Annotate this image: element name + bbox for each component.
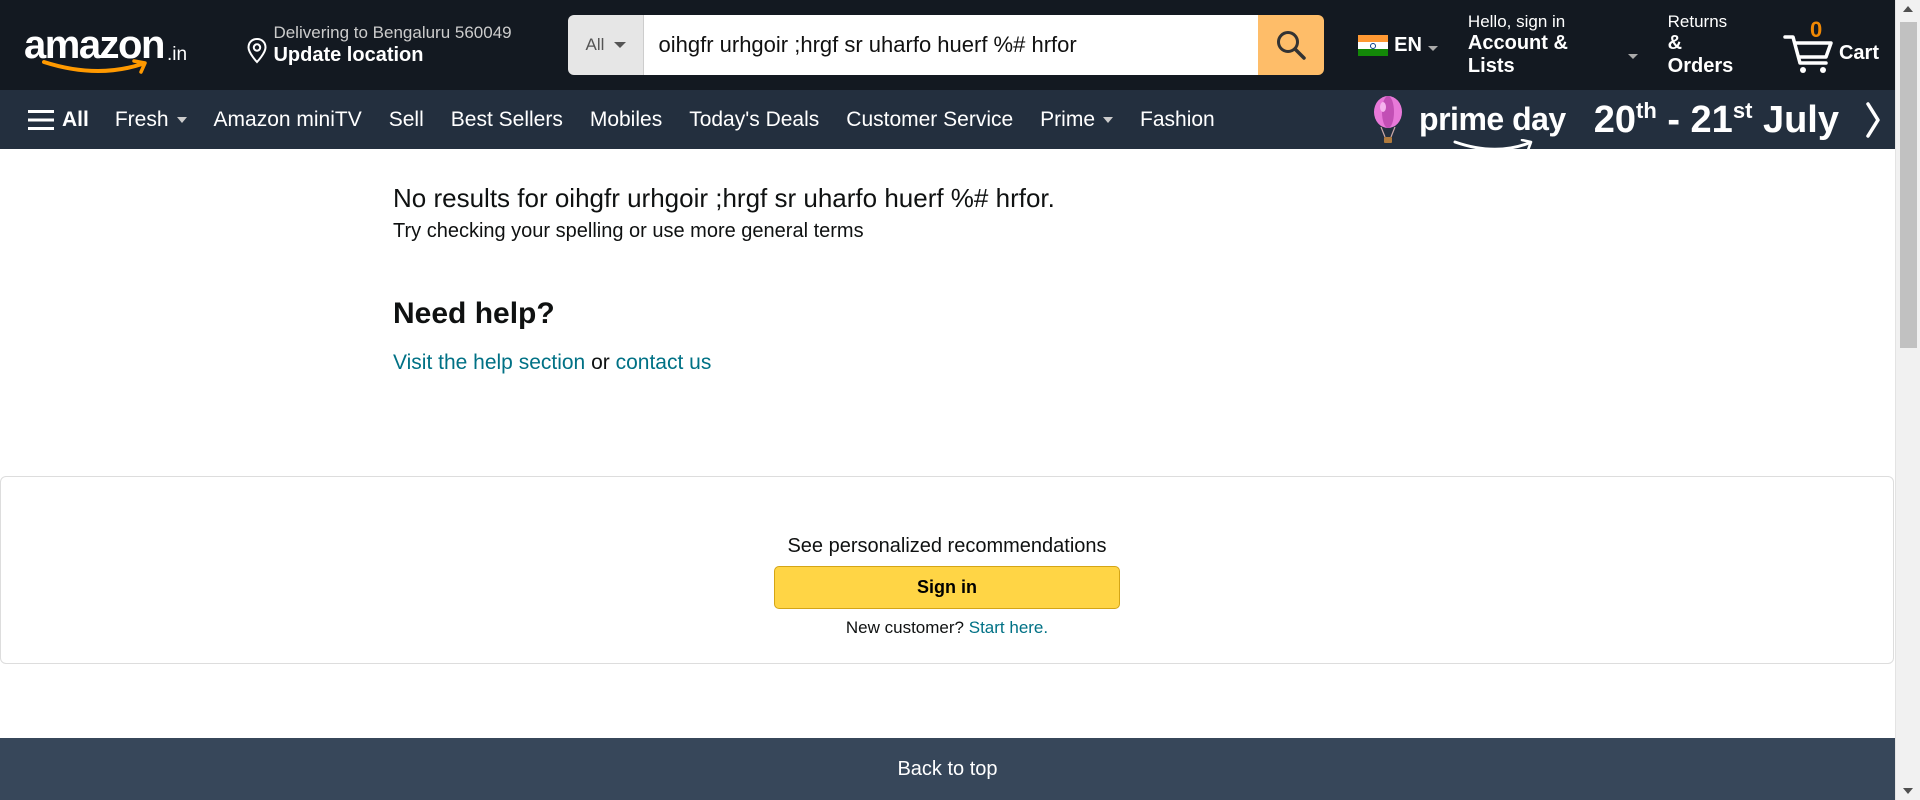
- nav-item-best-sellers[interactable]: Best Sellers: [451, 108, 563, 132]
- nav-item-minitv[interactable]: Amazon miniTV: [214, 108, 362, 132]
- nav-item-label: Customer Service: [846, 107, 1014, 131]
- orders-label: & Orders: [1667, 32, 1734, 77]
- returns-label: Returns: [1667, 12, 1728, 31]
- update-location-label: Update location: [273, 44, 424, 66]
- help-line: Visit the help section or contact us: [393, 351, 1895, 375]
- cart-icon: [1783, 35, 1833, 73]
- date-to-suffix: st: [1732, 97, 1753, 123]
- date-from-suffix: th: [1636, 97, 1657, 123]
- nav-item-label: Best Sellers: [450, 107, 563, 131]
- help-or-text: or: [591, 351, 610, 374]
- delivery-line1: Delivering to Bengaluru 560049: [273, 23, 512, 42]
- new-customer-text: New customer?: [845, 618, 964, 637]
- need-help-heading: Need help?: [393, 297, 555, 330]
- chevron-down-icon: [1103, 116, 1114, 123]
- new-customer-line: New customer? Start here.: [846, 618, 1048, 638]
- search-bar: All: [568, 15, 1325, 75]
- prime-day-dates: 20th - 21st July: [1594, 98, 1839, 142]
- date-month: July: [1762, 98, 1839, 141]
- nav-item-label: Fashion: [1140, 107, 1215, 131]
- scroll-down-arrow-icon[interactable]: [1903, 788, 1913, 794]
- prime-day-text: prime day: [1419, 101, 1566, 137]
- chevron-down-icon: [614, 42, 627, 48]
- contact-us-link[interactable]: contact us: [616, 351, 712, 374]
- nav-item-label: Today's Deals: [689, 107, 820, 131]
- spelling-suggestion: Try checking your spelling or use more g…: [393, 220, 864, 242]
- prime-smile-icon: [1453, 139, 1533, 152]
- cart-count: 0: [1809, 17, 1823, 42]
- all-menu-label: All: [62, 107, 89, 131]
- nav-item-todays-deals[interactable]: Today's Deals: [689, 108, 819, 132]
- date-from: 20: [1593, 98, 1636, 141]
- hot-air-balloon-icon: [1374, 95, 1403, 143]
- nav-item-prime[interactable]: Prime: [1040, 107, 1114, 132]
- delivery-location[interactable]: Delivering to Bengaluru 560049 Update lo…: [247, 23, 556, 67]
- cart-label: Cart: [1838, 42, 1879, 64]
- recommendations-box: See personalized recommendations Sign in…: [0, 476, 1894, 664]
- chevron-down-icon: [176, 116, 187, 123]
- nav-item-sell[interactable]: Sell: [389, 108, 424, 132]
- prime-day-label: prime day: [1419, 101, 1566, 152]
- location-pin-icon: [247, 38, 267, 64]
- logo-tld: .in: [166, 44, 188, 65]
- cart-button[interactable]: 0 Cart: [1783, 15, 1879, 75]
- main-content: No results for oihgfr urhgoir ;hrgf sr u…: [0, 149, 1895, 375]
- recommendations-title: See personalized recommendations: [787, 535, 1107, 557]
- sub-nav: All Fresh Amazon miniTV Sell Best Seller…: [0, 90, 1895, 152]
- chevron-right-icon[interactable]: [1865, 101, 1881, 138]
- back-to-top-label: Back to top: [897, 757, 998, 780]
- nav-item-customer-service[interactable]: Customer Service: [846, 108, 1013, 132]
- account-lists[interactable]: Hello, sign in Account & Lists: [1468, 12, 1638, 78]
- language-selector[interactable]: EN: [1358, 34, 1438, 57]
- page: amazon .in Delivering to Bengaluru 56004…: [0, 0, 1895, 800]
- search-button[interactable]: [1258, 15, 1325, 75]
- nav-item-label: Sell: [388, 107, 424, 131]
- date-to: 21: [1690, 98, 1733, 141]
- nav-item-fresh[interactable]: Fresh: [115, 108, 187, 132]
- chevron-down-icon: [1427, 45, 1438, 51]
- account-greeting: Hello, sign in: [1467, 12, 1566, 31]
- returns-orders[interactable]: Returns & Orders: [1668, 12, 1753, 78]
- sign-in-button[interactable]: Sign in: [774, 566, 1120, 609]
- help-section-link[interactable]: Visit the help section: [393, 351, 585, 374]
- scroll-up-arrow-icon[interactable]: [1903, 6, 1913, 12]
- nav-item-label: Prime: [1040, 107, 1096, 131]
- account-lists-label: Account & Lists: [1467, 32, 1568, 77]
- nav-item-label: Fresh: [114, 107, 169, 131]
- date-separator: -: [1667, 98, 1680, 141]
- back-to-top-button[interactable]: Back to top: [0, 738, 1895, 800]
- hamburger-menu-icon: [28, 109, 54, 130]
- prime-day-banner[interactable]: prime day 20th - 21st July: [1369, 90, 1895, 152]
- search-category-select[interactable]: All: [568, 15, 645, 75]
- nav-item-mobiles[interactable]: Mobiles: [590, 108, 662, 132]
- nav-item-label: Amazon miniTV: [213, 107, 362, 131]
- chevron-down-icon: [1627, 53, 1638, 59]
- scrollbar-thumb[interactable]: [1900, 22, 1917, 348]
- search-category-label: All: [585, 35, 605, 54]
- vertical-scrollbar[interactable]: [1895, 0, 1920, 800]
- language-label: EN: [1394, 33, 1422, 56]
- all-menu-button[interactable]: All: [28, 108, 89, 132]
- start-here-link[interactable]: Start here.: [969, 618, 1048, 637]
- amazon-logo[interactable]: amazon .in: [24, 15, 199, 75]
- india-flag-icon: [1358, 34, 1389, 56]
- top-nav: amazon .in Delivering to Bengaluru 56004…: [0, 0, 1895, 90]
- search-icon: [1277, 31, 1306, 60]
- nav-item-label: Mobiles: [589, 107, 663, 131]
- logo-smile-icon: [42, 59, 147, 74]
- nav-item-fashion[interactable]: Fashion: [1140, 108, 1215, 132]
- no-results-heading: No results for oihgfr urhgoir ;hrgf sr u…: [393, 183, 1055, 213]
- search-input[interactable]: [644, 15, 1259, 75]
